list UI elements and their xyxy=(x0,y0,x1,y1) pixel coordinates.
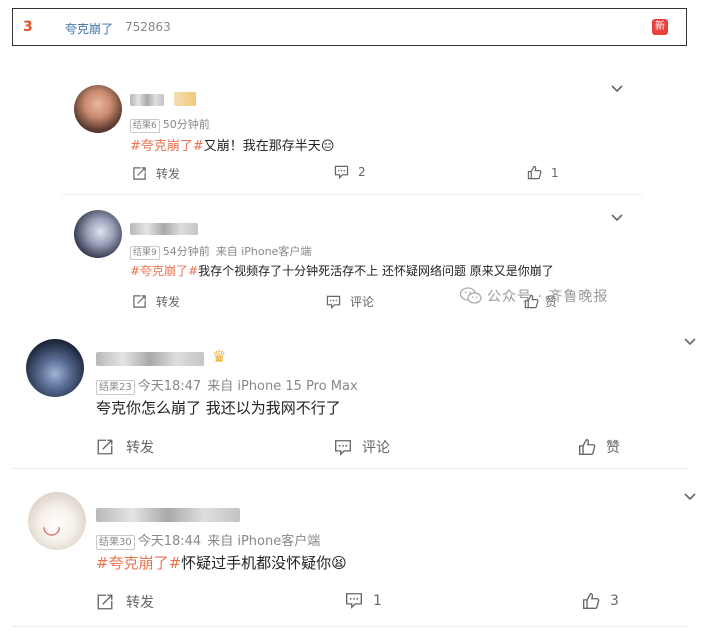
hashtag-link[interactable]: #夸克崩了# xyxy=(96,554,181,572)
trend-topic-link[interactable]: 夸克崩了 xyxy=(65,20,113,37)
vip-crown-icon: ♛ xyxy=(212,347,227,366)
divider xyxy=(12,626,688,627)
username-blurred[interactable] xyxy=(96,508,240,522)
comment-icon xyxy=(326,295,341,309)
user-badge-icon xyxy=(174,92,196,106)
username-blurred[interactable] xyxy=(96,352,204,366)
username-blurred[interactable] xyxy=(130,223,198,235)
comment-text: 夸克你怎么崩了 我还以为我网不行了 xyxy=(96,399,341,417)
comment-source: 来自 iPhone客户端 xyxy=(215,245,312,258)
like-button[interactable]: 1 xyxy=(527,165,559,180)
comment-meta: 结果23 今天18:47 来自 iPhone 15 Pro Max xyxy=(96,375,358,395)
like-button[interactable]: 3 xyxy=(582,592,619,610)
trend-rank: 3 xyxy=(23,19,33,35)
avatar[interactable]: ◡ xyxy=(28,492,86,550)
repost-icon xyxy=(133,295,146,308)
repost-button[interactable]: 转发 xyxy=(96,592,154,612)
divider xyxy=(12,468,688,469)
user-level-badge: 结果6 xyxy=(130,119,160,133)
comment-item: 结果6 50分钟前 #夸克崩了#又崩！我在那存半天😑 转发 2 1 xyxy=(0,80,705,190)
user-level-badge: 结果30 xyxy=(96,535,135,550)
divider xyxy=(62,194,642,195)
hashtag-link[interactable]: #夸克崩了# xyxy=(130,264,198,278)
comment-meta: 结果6 50分钟前 xyxy=(130,116,210,133)
repost-icon xyxy=(133,167,146,180)
comment-time: 54分钟前 xyxy=(162,245,210,258)
comment-button[interactable]: 1 xyxy=(345,592,382,609)
chevron-down-icon[interactable] xyxy=(684,492,696,502)
comment-time: 今天18:47 xyxy=(137,379,202,394)
thumbs-up-icon xyxy=(527,165,542,180)
comment-text: #夸克崩了#又崩！我在那存半天😑 xyxy=(130,139,335,154)
thumbs-up-icon xyxy=(579,439,596,455)
comment-button[interactable]: 评论 xyxy=(326,293,374,310)
comment-icon xyxy=(346,593,362,609)
avatar-face-icon: ◡ xyxy=(42,514,62,539)
repost-button[interactable]: 转发 xyxy=(132,293,180,310)
comment-icon xyxy=(335,439,351,456)
wechat-icon xyxy=(460,287,482,304)
chevron-down-icon[interactable] xyxy=(684,337,696,347)
comment-icon xyxy=(334,165,349,179)
comment-button[interactable]: 2 xyxy=(334,165,366,179)
comment-item: ♛ 结果23 今天18:47 来自 iPhone 15 Pro Max 夸克你怎么崩… xyxy=(0,335,705,465)
comment-time: 50分钟前 xyxy=(162,118,210,131)
chevron-down-icon[interactable] xyxy=(610,213,624,223)
username-blurred[interactable] xyxy=(130,94,164,106)
comment-source: 来自 iPhone客户端 xyxy=(207,534,321,549)
trend-heat-count: 752863 xyxy=(125,20,171,34)
comment-button[interactable]: 评论 xyxy=(334,437,390,457)
comment-meta: 结果30 今天18:44 来自 iPhone客户端 xyxy=(96,530,320,550)
watermark: 公众号 · 齐鲁晚报 xyxy=(460,286,608,306)
emoji-icon: 😫 xyxy=(331,554,347,572)
repost-icon xyxy=(97,594,113,610)
like-button[interactable]: 赞 xyxy=(578,437,620,457)
avatar[interactable] xyxy=(74,85,122,133)
avatar[interactable] xyxy=(74,210,122,258)
user-level-badge: 结果23 xyxy=(96,380,135,395)
repost-icon xyxy=(97,439,113,455)
avatar[interactable] xyxy=(26,339,84,397)
thumbs-up-icon xyxy=(583,593,600,609)
comment-text: #夸克崩了#怀疑过手机都没怀疑你😫 xyxy=(96,554,347,572)
comment-time: 今天18:44 xyxy=(137,534,202,549)
new-badge: 新 xyxy=(652,19,668,35)
comment-text: #夸克崩了#我存个视频存了十分钟死活存不上 还怀疑网络问题 原来又是你崩了 xyxy=(130,264,554,278)
repost-button[interactable]: 转发 xyxy=(96,437,154,457)
emoji-icon: 😑 xyxy=(320,139,335,154)
trending-topic-row[interactable]: 3 夸克崩了 752863 新 xyxy=(12,8,687,46)
repost-button[interactable]: 转发 xyxy=(132,165,180,182)
comment-item: ◡ 结果30 今天18:44 来自 iPhone客户端 #夸克崩了#怀疑过手机都没怀… xyxy=(0,490,705,620)
user-level-badge: 结果9 xyxy=(130,246,160,260)
chevron-down-icon[interactable] xyxy=(610,84,624,94)
comment-source: 来自 iPhone 15 Pro Max xyxy=(207,379,358,394)
hashtag-link[interactable]: #夸克崩了# xyxy=(130,139,204,154)
comment-meta: 结果9 54分钟前 来自 iPhone客户端 xyxy=(130,243,311,260)
